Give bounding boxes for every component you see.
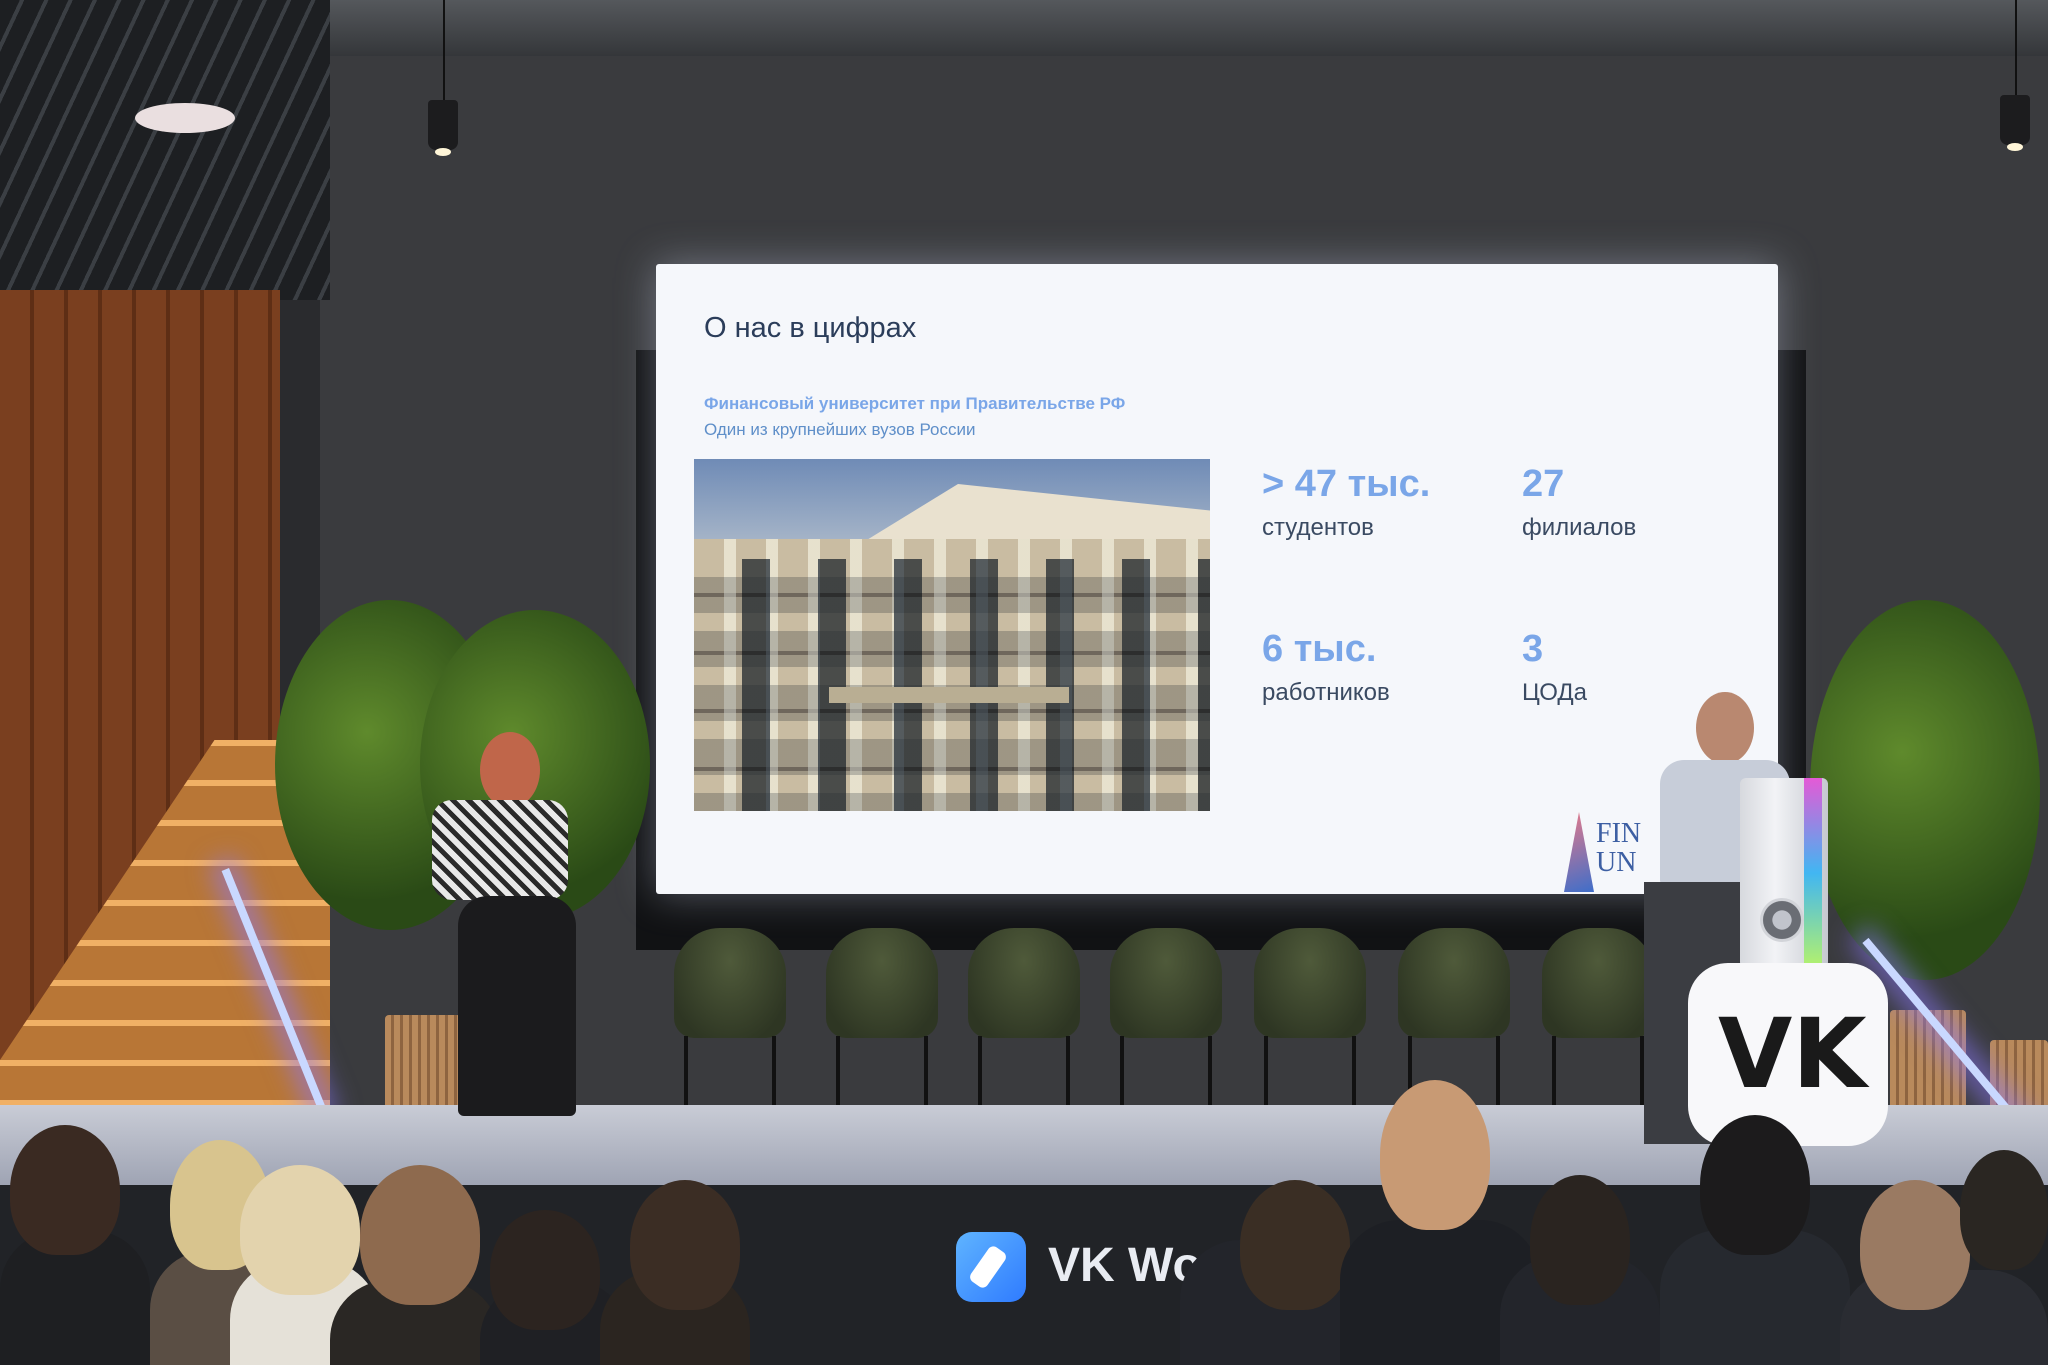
slide-subtitle: Финансовый университет при Правительстве… (704, 394, 1126, 413)
building-sign (829, 687, 1069, 703)
university-logo-text: FIN UN (1596, 819, 1641, 878)
presentation-screen: О нас в цифрах Финансовый университет пр… (656, 264, 1778, 894)
stage-chair (1542, 928, 1654, 1106)
slide-title: О нас в цифрах (704, 312, 917, 344)
stat-label: работников (1262, 678, 1390, 706)
stat-employees: 6 тыс. работников (1262, 628, 1390, 707)
stat-label: ЦОДа (1522, 678, 1587, 706)
stage-chair (826, 928, 938, 1106)
plant (1810, 600, 2040, 980)
stat-value: 3 (1522, 628, 1544, 670)
logo-line: FIN (1596, 818, 1642, 849)
stage-chair (1398, 928, 1510, 1106)
stat-value: > 47 тыс. (1262, 463, 1431, 505)
vk-workspace-text: VK Work (1048, 1239, 1248, 1292)
stat-value: 27 (1522, 463, 1565, 505)
speaker-disc (1760, 898, 1804, 942)
stat-students: > 47 тыс. студентов (1262, 463, 1431, 542)
stage-chair (968, 928, 1080, 1106)
university-building-photo (694, 459, 1210, 811)
slide-caption: Один из крупнейших вузов России (704, 420, 976, 439)
vk-workspace-icon (956, 1232, 1026, 1302)
ring-light (135, 103, 235, 133)
speaker-head (480, 732, 540, 808)
stage-chair (1110, 928, 1222, 1106)
speaker-trousers (458, 896, 576, 1116)
logo-line: UN (1596, 847, 1637, 879)
event-photo: О нас в цифрах Финансовый университет пр… (0, 0, 2048, 1365)
speaker-blouse (432, 800, 568, 900)
vk-logo-icon: VK (1718, 998, 1867, 1110)
stat-value: 6 тыс. (1262, 628, 1377, 670)
lamp-cord (2015, 0, 2017, 95)
vk-logo-cube: VK (1688, 963, 1888, 1146)
stat-label: филиалов (1522, 513, 1637, 541)
building-windows (694, 559, 1210, 811)
stat-branches: 27 филиалов (1522, 463, 1637, 542)
plant-pot (1890, 1010, 1966, 1120)
lamp-cord (443, 0, 445, 100)
speaker-accent (1804, 778, 1822, 968)
pendant-lamp (2000, 95, 2030, 151)
vk-workspace-banner: VK Work (956, 1232, 1247, 1302)
speaker-head (1696, 692, 1754, 764)
stage-chair (674, 928, 786, 1106)
ceiling-structure (0, 0, 330, 300)
stat-data-centers: 3 ЦОДа (1522, 628, 1587, 707)
university-logo-icon (1564, 812, 1594, 892)
pendant-lamp (428, 100, 458, 156)
stage-chair (1254, 928, 1366, 1106)
smart-speaker-display (1740, 778, 1828, 968)
stat-label: студентов (1262, 513, 1374, 541)
